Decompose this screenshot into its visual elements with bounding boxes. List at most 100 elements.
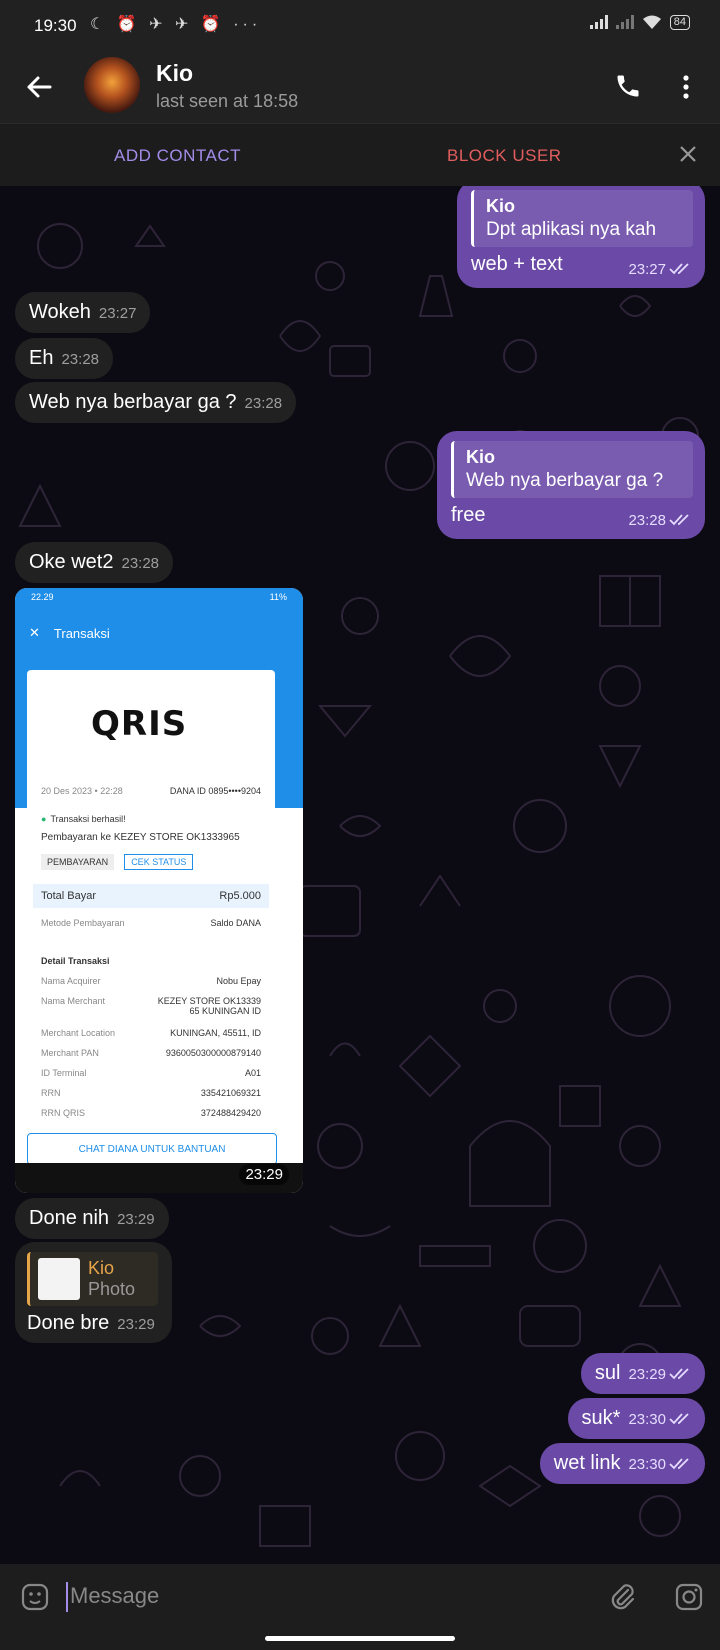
system-nav-bar <box>0 1630 720 1650</box>
detail-value: KUNINGAN, 45511, ID <box>170 1028 261 1038</box>
message-text: Done bre <box>27 1312 110 1334</box>
detail-key: Merchant Location <box>41 1028 116 1038</box>
add-contact-button[interactable]: ADD CONTACT <box>114 146 241 166</box>
incoming-message[interactable]: Wokeh 23:27 <box>15 292 151 333</box>
incoming-message[interactable]: Kio Photo Done bre 23:29 <box>15 1242 172 1343</box>
more-menu-icon[interactable] <box>674 72 698 102</box>
receipt-card: QRIS 20 Des 2023 • 22:28 DANA ID 0895••••… <box>27 670 275 1140</box>
photo-status-bar: 22.29 11% <box>15 588 303 608</box>
double-check-icon <box>669 1368 689 1380</box>
signal-2-icon <box>615 15 634 29</box>
photo-time: 23:29 <box>239 1164 289 1185</box>
close-icon[interactable] <box>678 144 698 164</box>
signal-icon <box>589 15 608 29</box>
message-time: 23:30 <box>628 1411 666 1428</box>
incoming-message[interactable]: Done nih 23:29 <box>15 1198 169 1239</box>
photo-battery: 11% <box>269 592 287 602</box>
help-button: CHAT DIANA UNTUK BANTUAN <box>27 1133 277 1165</box>
detail-row: Merchant Location KUNINGAN, 45511, ID <box>41 1028 261 1038</box>
wifi-icon <box>642 15 661 29</box>
camera-icon[interactable] <box>674 1582 704 1612</box>
back-arrow-icon[interactable] <box>24 72 54 102</box>
message-text: wet link <box>553 1452 621 1474</box>
reply-thumbnail <box>38 1258 80 1300</box>
emoji-sticker-icon[interactable] <box>20 1582 50 1612</box>
method-label: Metode Pembayaran <box>41 918 125 928</box>
message-text: free <box>451 504 486 526</box>
contact-name[interactable]: Kio <box>156 60 193 87</box>
outgoing-message[interactable]: suk* 23:30 <box>567 1398 705 1439</box>
photo-title: Transaksi <box>53 625 110 641</box>
reply-author: Kio <box>486 196 515 216</box>
detail-row: RRN QRIS 372488429420 <box>41 1108 261 1118</box>
total-value: Rp5.000 <box>219 890 261 902</box>
reply-author: Kio <box>466 447 495 467</box>
detail-row: Nama Acquirer Nobu Epay <box>41 976 261 986</box>
message-time: 23:29 <box>117 1316 155 1333</box>
receipt-row: Metode Pembayaran Saldo DANA <box>41 918 261 928</box>
receipt-date: 20 Des 2023 • 22:28 <box>41 786 123 796</box>
reply-quote[interactable]: Kio Web nya berbayar ga ? <box>451 441 693 498</box>
receipt-row: Detail Transaksi <box>41 956 261 966</box>
incoming-message[interactable]: Oke wet2 23:28 <box>15 542 174 583</box>
outgoing-message[interactable]: Kio Web nya berbayar ga ? free 23:28 <box>437 431 705 539</box>
block-user-button[interactable]: BLOCK USER <box>447 146 562 166</box>
photo-message[interactable]: 22.29 11% ✕ Transaksi QRIS 20 Des 2023 • 2… <box>15 588 303 1193</box>
reply-quote[interactable]: Kio Photo <box>27 1252 158 1306</box>
home-indicator[interactable] <box>265 1636 455 1641</box>
receipt-dana-id: DANA ID 0895••••9204 <box>169 786 261 796</box>
photo-header: ✕ Transaksi <box>15 608 303 658</box>
message-text: sul <box>594 1362 621 1384</box>
detail-value: 335421069321 <box>200 1088 261 1098</box>
outgoing-message[interactable]: Kio Dpt aplikasi nya kah web + text 23:2… <box>457 186 705 288</box>
message-text: Done nih <box>29 1207 110 1229</box>
receipt-tag: PEMBAYARAN <box>41 854 115 870</box>
outgoing-message[interactable]: wet link 23:30 <box>539 1443 705 1484</box>
message-time: 23:28 <box>628 512 666 529</box>
message-text: Wokeh <box>29 301 91 323</box>
qris-logo: QRIS <box>91 704 188 744</box>
detail-row: RRN 335421069321 <box>41 1088 261 1098</box>
receipt-row: 20 Des 2023 • 22:28 DANA ID 0895••••9204 <box>41 786 261 796</box>
double-check-icon <box>669 1413 689 1425</box>
receipt-success: Transaksi berhasil! <box>50 814 126 824</box>
detail-value: 372488429420 <box>200 1108 261 1118</box>
detail-key: ID Terminal <box>41 1068 87 1078</box>
detail-key: Nama Merchant <box>41 996 106 1006</box>
detail-value: Nobu Epay <box>216 976 261 986</box>
reply-quote[interactable]: Kio Dpt aplikasi nya kah <box>471 190 693 247</box>
chat-area[interactable]: Kio Dpt aplikasi nya kah web + text 23:2… <box>0 186 720 1564</box>
system-icons: 84 <box>589 14 690 30</box>
reply-text: Dpt aplikasi nya kah <box>486 219 657 240</box>
reply-text: Photo <box>88 1279 136 1299</box>
receipt-row: ● Transaksi berhasil! <box>41 814 261 824</box>
double-check-icon <box>669 514 689 526</box>
outgoing-message[interactable]: sul 23:29 <box>580 1353 705 1394</box>
message-text: Oke wet2 <box>29 551 114 573</box>
message-time: 23:30 <box>628 1456 666 1473</box>
incoming-message[interactable]: Web nya berbayar ga ? 23:28 <box>15 382 297 423</box>
reply-author: Kio <box>88 1258 115 1278</box>
detail-key: Merchant PAN <box>41 1048 99 1058</box>
method-value: Saldo DANA <box>210 918 261 928</box>
status-bar: 19:30 ☾ ⏰ ✈ ✈ ⏰ ··· 84 <box>0 0 720 54</box>
phone-icon[interactable] <box>614 72 642 100</box>
avatar[interactable] <box>84 57 140 113</box>
detail-row: Merchant PAN 9360050300000879140 <box>41 1048 261 1058</box>
incoming-message[interactable]: Eh 23:28 <box>15 338 114 379</box>
message-time: 23:29 <box>117 1211 155 1228</box>
receipt-check-status: CEK STATUS <box>124 854 194 870</box>
photo-status-time: 22.29 <box>31 592 54 602</box>
paperclip-icon[interactable] <box>608 1582 638 1612</box>
details-title: Detail Transaksi <box>41 956 110 966</box>
detail-row: ID Terminal A01 <box>41 1068 261 1078</box>
detail-key: RRN QRIS <box>41 1108 86 1118</box>
contact-action-bar: ADD CONTACT BLOCK USER <box>0 123 720 187</box>
battery-icon: 84 <box>669 14 690 30</box>
receipt-row: Total Bayar Rp5.000 <box>33 884 269 908</box>
photo-close-icon: ✕ <box>29 625 40 640</box>
message-time: 23:29 <box>628 1366 666 1383</box>
detail-value: 9360050300000879140 <box>165 1048 261 1058</box>
message-time: 23:27 <box>98 305 137 322</box>
message-input[interactable]: Message <box>70 1583 159 1609</box>
